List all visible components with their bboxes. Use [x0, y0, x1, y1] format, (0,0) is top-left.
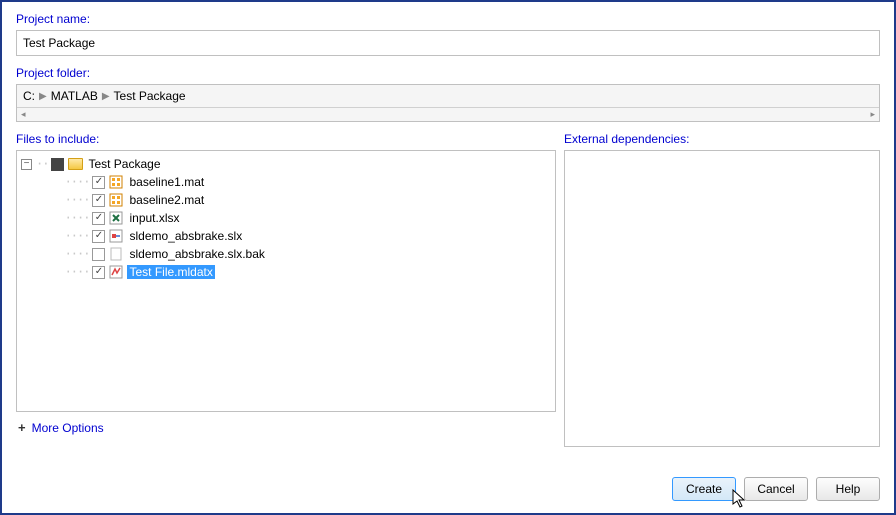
- file-icon: [108, 246, 124, 262]
- tree-checkbox[interactable]: [92, 248, 105, 261]
- project-folder-box: C: ▶ MATLAB ▶ Test Package ◂ ▸: [16, 84, 880, 122]
- tree-item-label: input.xlsx: [127, 211, 181, 225]
- tree-item-row[interactable]: ···· baseline1.mat: [21, 173, 551, 191]
- breadcrumb-segment[interactable]: C:: [23, 89, 35, 103]
- tree-checkbox[interactable]: [92, 266, 105, 279]
- chevron-right-icon: ▶: [100, 91, 112, 102]
- tree-checkbox[interactable]: [92, 176, 105, 189]
- more-options-label: More Options: [32, 421, 104, 435]
- tree-item-row[interactable]: ···· Test File.mldatx: [21, 263, 551, 281]
- tree-item-row[interactable]: ···· sldemo_absbrake.slx.bak: [21, 245, 551, 263]
- tree-checkbox[interactable]: [92, 194, 105, 207]
- slx-file-icon: [108, 228, 124, 244]
- scroll-left-icon[interactable]: ◂: [21, 109, 26, 120]
- breadcrumb-segment[interactable]: MATLAB: [51, 89, 98, 103]
- folder-scrollbar[interactable]: ◂ ▸: [17, 107, 879, 121]
- breadcrumb-segment[interactable]: Test Package: [114, 89, 186, 103]
- external-deps-panel: [564, 150, 880, 447]
- project-name-input[interactable]: [16, 30, 880, 56]
- files-to-include-label: Files to include:: [16, 132, 556, 146]
- tree-root-label: Test Package: [86, 157, 162, 171]
- cancel-button[interactable]: Cancel: [744, 477, 808, 501]
- tree-item-label: sldemo_absbrake.slx.bak: [127, 247, 266, 261]
- tree-checkbox[interactable]: [92, 212, 105, 225]
- tree-item-label: Test File.mldatx: [127, 265, 214, 279]
- external-deps-label: External dependencies:: [564, 132, 880, 146]
- breadcrumb[interactable]: C: ▶ MATLAB ▶ Test Package: [17, 85, 879, 107]
- chevron-right-icon: ▶: [37, 91, 49, 102]
- mat-file-icon: [108, 192, 124, 208]
- plus-icon: +: [18, 420, 26, 435]
- tree-item-label: baseline1.mat: [127, 175, 206, 189]
- xlsx-file-icon: [108, 210, 124, 226]
- folder-icon: [67, 156, 83, 172]
- mat-file-icon: [108, 174, 124, 190]
- scroll-right-icon[interactable]: ▸: [870, 109, 875, 120]
- tree-item-row[interactable]: ···· sldemo_absbrake.slx: [21, 227, 551, 245]
- create-button[interactable]: Create: [672, 477, 736, 501]
- dialog-button-row: Create Cancel Help: [16, 447, 880, 505]
- tree-root-row[interactable]: − ·· Test Package: [21, 155, 551, 173]
- more-options-link[interactable]: + More Options: [16, 412, 556, 447]
- help-button[interactable]: Help: [816, 477, 880, 501]
- tree-item-row[interactable]: ···· input.xlsx: [21, 209, 551, 227]
- tree-checkbox[interactable]: [92, 230, 105, 243]
- dialog-frame: Project name: Project folder: C: ▶ MATLA…: [0, 0, 896, 515]
- tree-item-label: sldemo_absbrake.slx: [127, 229, 244, 243]
- project-name-label: Project name:: [16, 12, 880, 26]
- tree-item-row[interactable]: ···· baseline2.mat: [21, 191, 551, 209]
- mldatx-file-icon: [108, 264, 124, 280]
- tree-collapse-icon[interactable]: −: [21, 159, 32, 170]
- project-folder-label: Project folder:: [16, 66, 880, 80]
- files-tree-panel: − ·· Test Package ···· baseline1.mat: [16, 150, 556, 412]
- tree-checkbox[interactable]: [51, 158, 64, 171]
- tree-item-label: baseline2.mat: [127, 193, 206, 207]
